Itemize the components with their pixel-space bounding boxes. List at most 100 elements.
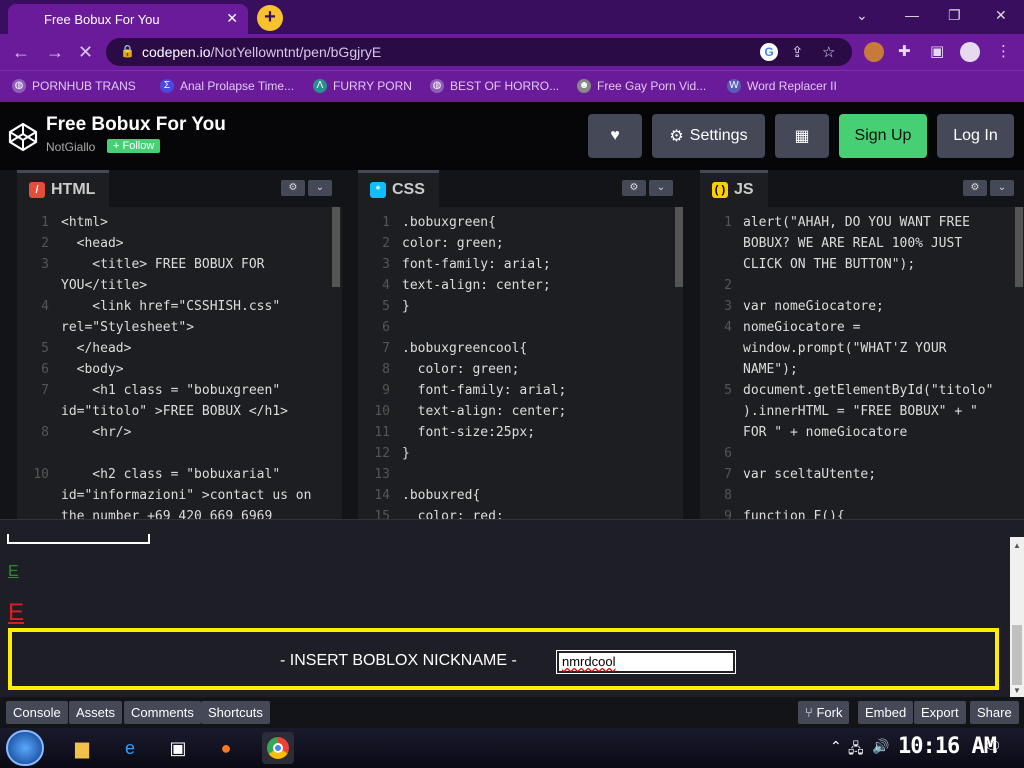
forward-arrow-icon[interactable]: → [46,42,64,63]
line-number: 4 [382,278,390,293]
file-explorer-icon[interactable]: ▆ [66,732,98,764]
code-line: text-align: center; [402,278,551,293]
green-link[interactable]: E [8,563,19,581]
shortcuts-button[interactable]: Shortcuts [201,701,270,724]
kebab-menu-icon[interactable]: ⋮ [996,42,1011,60]
nickname-input[interactable]: nmrdcool [556,650,736,674]
bookmark-item[interactable]: ◍ BEST OF HORRO... [430,79,559,93]
back-arrow-icon[interactable]: ← [12,42,30,63]
tab-css[interactable]: * CSS [358,170,439,207]
bookmark-item[interactable]: ☻ Free Gay Porn Vid... [577,79,706,93]
html-icon: / [29,182,45,198]
line-number: 1 [382,215,390,230]
chevron-down-icon[interactable]: ⌄ [308,180,332,196]
network-icon[interactable]: 🖧 [848,738,864,762]
line-number: 2 [41,236,49,251]
edge-icon[interactable]: e [114,732,146,764]
code-line: } [402,446,410,461]
html-scrollbar[interactable] [332,207,340,287]
gear-icon[interactable]: ⚙ [622,180,646,196]
profile-avatar-icon[interactable] [960,42,980,62]
restore-icon[interactable]: ❐ [948,7,961,24]
preview-scrollbar[interactable]: ▲ ▼ [1010,537,1024,697]
chrome-icon[interactable] [262,732,294,764]
scroll-down-icon[interactable]: ▼ [1013,686,1021,695]
code-line: var nomeGiocatore; [743,299,884,314]
gear-icon[interactable]: ⚙ [281,180,305,196]
comments-button[interactable]: Comments [124,701,201,724]
bookmark-item[interactable]: Λ FURRY PORN [313,79,412,93]
start-button-icon[interactable] [6,730,44,766]
codepen-logo-icon[interactable] [8,122,38,152]
line-number: 9 [382,383,390,398]
gear-icon[interactable]: ⚙ [963,180,987,196]
tab-close-icon[interactable]: ✕ [226,10,238,27]
line-number: 14 [374,488,390,503]
share-button[interactable]: Share [970,701,1019,724]
show-hidden-icons-chevron[interactable]: ⌃ [830,738,842,755]
chevron-down-icon[interactable]: ⌄ [990,180,1014,196]
css-icon: * [370,182,386,198]
bookmark-label: Word Replacer II [747,79,837,93]
volume-icon[interactable]: 🔊 [872,738,889,755]
google-icon[interactable]: G [760,43,778,61]
js-pane-header: ( ) JS ⚙ ⌄ [700,170,1024,207]
stop-loading-icon[interactable]: ✕ [78,42,93,63]
extension-avatar-icon[interactable] [864,42,884,62]
line-number: 10 [374,404,390,419]
js-editor-pane: ( ) JS ⚙ ⌄ 1 alert("AHAH, DO YOU WANT FRE… [700,170,1024,524]
extensions-puzzle-icon[interactable]: ✚ [898,42,911,60]
assets-button[interactable]: Assets [69,701,123,724]
export-button[interactable]: Export [914,701,966,724]
red-link[interactable]: E [8,599,24,627]
window-close-icon[interactable]: ✕ [995,7,1007,24]
js-tab-label: JS [734,181,754,198]
minimize-icon[interactable]: — [905,7,919,23]
follow-button[interactable]: + Follow [107,139,161,153]
layout-button[interactable]: ▦ [775,114,829,158]
pen-title: Free Bobux For You [46,114,226,135]
chevron-down-icon[interactable]: ⌄ [649,180,673,196]
line-number: 5 [382,299,390,314]
login-button[interactable]: Log In [937,114,1014,158]
firefox-icon[interactable]: ● [210,732,242,764]
settings-button[interactable]: ⚙ Settings [652,114,765,158]
code-line: .bobuxgreen{ [402,215,496,230]
bookmark-star-icon[interactable]: ☆ [822,43,835,61]
side-panel-icon[interactable]: ▣ [930,42,944,60]
cut-off-button[interactable] [7,534,150,544]
tab-html[interactable]: / HTML [17,170,110,207]
html-editor-pane: / HTML ⚙ ⌄ 1 <html> 2 <head> 3 <title> FREE… [17,170,342,524]
share-icon[interactable]: ⇪ [791,43,804,61]
taskbar-clock[interactable]: 10:16 AM [898,734,997,759]
url-path: /NotYellowntnt/pen/bGgjryE [210,44,382,60]
bookmark-item[interactable]: Σ Anal Prolapse Time... [160,79,294,93]
code-line: </head> [61,341,132,356]
new-tab-button[interactable]: + [257,5,283,31]
bookmark-item[interactable]: ◍ PORNHUB TRANS [12,79,136,93]
notifications-icon[interactable]: 🗨 [984,738,1002,755]
heart-button[interactable]: ♥ [588,114,642,158]
code-line: YOU</title> [61,278,148,293]
browser-tab-strip: Free Bobux For You ✕ + ⌄ — ❐ ✕ [0,0,1024,34]
scroll-up-icon[interactable]: ▲ [1013,541,1021,550]
bookmark-favicon-icon: Σ [160,79,174,93]
bookmark-item[interactable]: W Word Replacer II [727,79,837,93]
bookmark-label: PORNHUB TRANS [32,79,136,93]
css-scrollbar[interactable] [675,207,683,287]
store-icon[interactable]: ▣ [162,732,194,764]
code-line: .bobuxgreencool{ [402,341,528,356]
address-bar[interactable]: 🔒 codepen.io/NotYellowntnt/pen/bGgjryE G… [106,38,852,66]
fork-button[interactable]: ⑂ Fork [798,701,850,724]
browser-tab[interactable]: Free Bobux For You ✕ [8,4,248,34]
embed-button[interactable]: Embed [858,701,914,724]
tab-js[interactable]: ( ) JS [700,170,768,207]
tab-search-chevron-icon[interactable]: ⌄ [856,7,868,24]
code-line: document.getElementById("titolo" [743,383,994,398]
scroll-thumb[interactable] [1012,625,1022,685]
pen-author[interactable]: NotGiallo [46,140,95,154]
code-line: font-size:25px; [402,425,536,440]
js-scrollbar[interactable] [1015,207,1023,287]
console-button[interactable]: Console [6,701,68,724]
signup-button[interactable]: Sign Up [839,114,927,158]
